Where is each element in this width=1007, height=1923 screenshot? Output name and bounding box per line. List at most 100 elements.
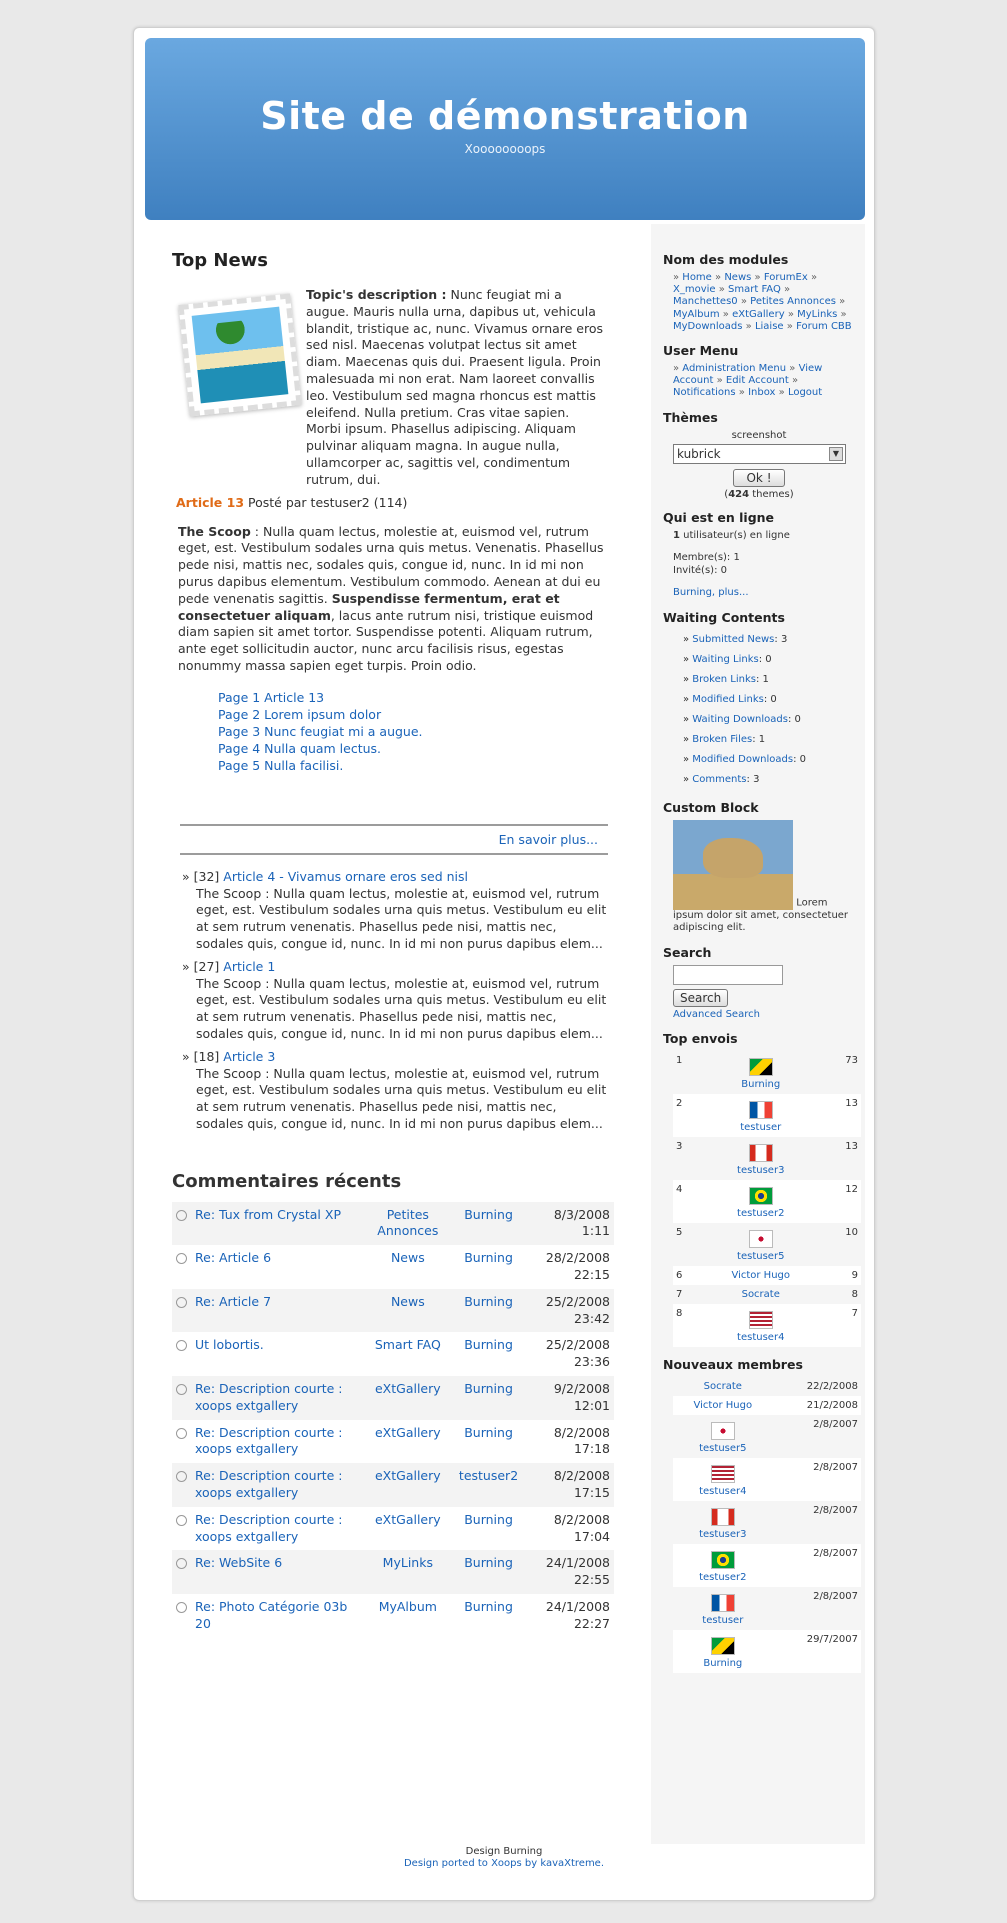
comment-title-link[interactable]: Re: Photo Catégorie 03b 20: [195, 1599, 347, 1631]
usermenu-link[interactable]: Inbox: [739, 387, 776, 398]
comment-title-link[interactable]: Ut lobortis.: [195, 1337, 264, 1352]
comment-title-link[interactable]: Re: Tux from Crystal XP: [195, 1207, 341, 1222]
new-member-user-cell: testuser3: [673, 1501, 773, 1544]
new-member-link[interactable]: testuser4: [699, 1486, 746, 1497]
comment-user-cell: Burning: [455, 1420, 522, 1464]
comment-title-cell: Re: Article 7: [191, 1288, 361, 1333]
news-summary: The Scoop : Nulla quam lectus, molestie …: [196, 975, 607, 1041]
search-button[interactable]: Search: [673, 988, 729, 1007]
top-poster-link[interactable]: testuser3: [737, 1165, 784, 1176]
module-link[interactable]: Home: [673, 272, 712, 283]
comment-user-link[interactable]: Burning: [464, 1337, 513, 1352]
comment-user-link[interactable]: testuser2: [459, 1468, 518, 1483]
comment-title-link[interactable]: Re: Description courte : xoops extgaller…: [195, 1468, 343, 1500]
comment-section-link[interactable]: eXtGallery: [375, 1512, 441, 1527]
top-poster-link[interactable]: testuser4: [737, 1332, 784, 1343]
online-title: Qui est en ligne: [663, 509, 775, 525]
page-link[interactable]: Page 1 Article 13: [218, 690, 324, 705]
comment-section-link[interactable]: Petites Annonces: [377, 1207, 438, 1239]
usermenu-link[interactable]: Logout: [779, 387, 823, 398]
waiting-link[interactable]: Waiting Downloads: [692, 714, 788, 725]
comment-section-link[interactable]: News: [391, 1294, 425, 1309]
site-title[interactable]: Site de démonstration: [145, 94, 865, 138]
top-poster-link[interactable]: Socrate: [742, 1289, 780, 1300]
comment-user-link[interactable]: Burning: [464, 1207, 513, 1222]
usermenu-link[interactable]: Edit Account: [717, 375, 789, 386]
top-poster-user-cell: testuser5: [697, 1223, 824, 1266]
theme-ok-button[interactable]: Ok !: [733, 468, 785, 487]
comment-user-link[interactable]: Burning: [464, 1381, 513, 1396]
page-link[interactable]: Page 2 Lorem ipsum dolor: [218, 707, 381, 722]
comment-section-link[interactable]: MyLinks: [383, 1555, 433, 1570]
comment-user-link[interactable]: Burning: [464, 1294, 513, 1309]
module-link[interactable]: MyLinks: [788, 309, 838, 320]
comment-title-link[interactable]: Re: Article 7: [195, 1294, 271, 1309]
comment-title-link[interactable]: Re: WebSite 6: [195, 1555, 282, 1570]
page-link[interactable]: Page 3 Nunc feugiat mi a augue.: [218, 724, 423, 739]
new-member-link[interactable]: testuser2: [699, 1572, 746, 1583]
comment-section-cell: News: [361, 1245, 455, 1289]
comment-user-link[interactable]: Burning: [464, 1425, 513, 1440]
new-member-link[interactable]: testuser: [702, 1615, 743, 1626]
theme-select[interactable]: kubrick ▼: [673, 443, 846, 464]
new-member-link[interactable]: testuser5: [699, 1443, 746, 1454]
top-poster-link[interactable]: Victor Hugo: [731, 1270, 790, 1281]
comment-section-link[interactable]: eXtGallery: [375, 1425, 441, 1440]
comment-section-link[interactable]: eXtGallery: [375, 1381, 441, 1396]
article-link[interactable]: Article 13: [176, 495, 244, 510]
theme-selector: screenshot kubrick ▼ Ok ! (424 themes): [663, 430, 855, 500]
waiting-list: Submitted News: 3Waiting Links: 0Broken …: [663, 630, 855, 790]
comment-section-link[interactable]: MyAlbum: [379, 1599, 437, 1614]
search-input[interactable]: [673, 964, 783, 985]
comment-user-link[interactable]: Burning: [464, 1250, 513, 1265]
top-poster-link[interactable]: testuser2: [737, 1208, 784, 1219]
module-link[interactable]: Petites Annonces: [741, 296, 836, 307]
module-link[interactable]: Liaise: [746, 321, 784, 332]
theme-select-value: kubrick: [677, 446, 721, 461]
read-more-link[interactable]: En savoir plus...: [499, 832, 598, 847]
new-member-link[interactable]: Victor Hugo: [694, 1400, 753, 1411]
comment-title-link[interactable]: Re: Description courte : xoops extgaller…: [195, 1425, 343, 1457]
comment-bubble-icon: [176, 1384, 187, 1396]
comment-title-link[interactable]: Re: Description courte : xoops extgaller…: [195, 1381, 343, 1413]
news-title-link[interactable]: Article 3: [223, 1049, 275, 1064]
comment-user-link[interactable]: Burning: [464, 1512, 513, 1527]
page-link[interactable]: Page 5 Nulla facilisi.: [218, 758, 343, 773]
page-link[interactable]: Page 4 Nulla quam lectus.: [218, 741, 381, 756]
waiting-link[interactable]: Modified Links: [692, 694, 764, 705]
comment-user-link[interactable]: Burning: [464, 1555, 513, 1570]
footer-port-link[interactable]: Design ported to Xoops by kavaXtreme.: [404, 1858, 604, 1869]
waiting-link[interactable]: Broken Files: [692, 734, 752, 745]
new-member-link[interactable]: Socrate: [704, 1381, 742, 1392]
module-link[interactable]: eXtGallery: [723, 309, 785, 320]
advanced-search-link[interactable]: Advanced Search: [673, 1009, 760, 1020]
top-poster-link[interactable]: Burning: [741, 1079, 780, 1090]
waiting-link[interactable]: Waiting Links: [692, 654, 758, 665]
top-poster-link[interactable]: testuser: [740, 1122, 781, 1133]
module-link[interactable]: News: [715, 272, 751, 283]
comment-section-link[interactable]: News: [391, 1250, 425, 1265]
new-member-link[interactable]: Burning: [703, 1658, 742, 1669]
comment-section-link[interactable]: Smart FAQ: [375, 1337, 441, 1352]
news-title-link[interactable]: Article 1: [223, 959, 275, 974]
waiting-link[interactable]: Modified Downloads: [692, 754, 793, 765]
new-member-link[interactable]: testuser3: [699, 1529, 746, 1540]
new-member-row: Socrate 22/2/2008: [673, 1377, 861, 1396]
news-title-link[interactable]: Article 4 - Vivamus ornare eros sed nisl: [223, 869, 468, 884]
waiting-link[interactable]: Comments: [692, 774, 746, 785]
module-link[interactable]: Forum CBB: [787, 321, 852, 332]
waiting-link[interactable]: Submitted News: [692, 634, 774, 645]
module-link[interactable]: Smart FAQ: [719, 284, 781, 295]
comment-user-link[interactable]: Burning: [464, 1599, 513, 1614]
article-meta: Article 13 Posté par testuser2 (114): [176, 495, 607, 510]
comment-section-link[interactable]: eXtGallery: [375, 1468, 441, 1483]
new-member-row: Victor Hugo 21/2/2008: [673, 1396, 861, 1416]
waiting-link[interactable]: Broken Links: [692, 674, 756, 685]
online-more-link[interactable]: Burning, plus...: [673, 587, 749, 598]
comment-title-link[interactable]: Re: Article 6: [195, 1250, 271, 1265]
country-flag-icon: [710, 1508, 735, 1527]
top-poster-link[interactable]: testuser5: [737, 1251, 784, 1262]
comment-title-link[interactable]: Re: Description courte : xoops extgaller…: [195, 1512, 343, 1544]
usermenu-link[interactable]: Administration Menu: [673, 363, 786, 374]
module-link[interactable]: ForumEx: [755, 272, 808, 283]
